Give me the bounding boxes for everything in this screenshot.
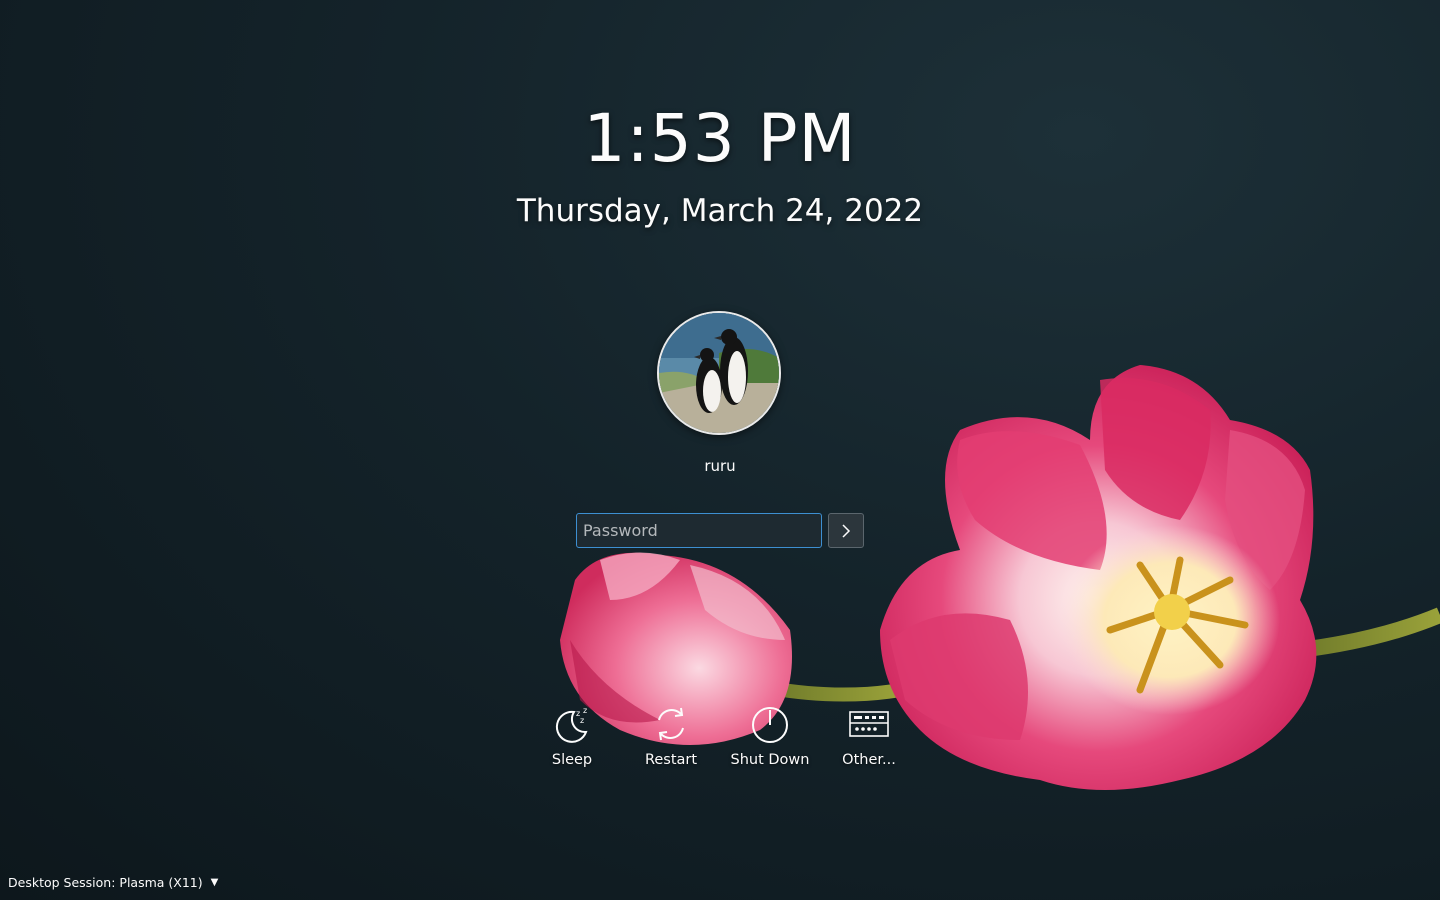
- clock-time: 1:53 PM: [583, 100, 857, 177]
- sleep-icon: z z z: [555, 706, 588, 743]
- restart-label: Restart: [644, 752, 698, 768]
- dropdown-caret-icon: ▼: [210, 877, 219, 888]
- sleep-label: Sleep: [551, 752, 593, 768]
- power-icon: [752, 707, 788, 743]
- other-button[interactable]: Other...: [819, 704, 919, 768]
- other-label: Other...: [842, 752, 896, 768]
- shutdown-button[interactable]: Shut Down: [720, 704, 820, 768]
- svg-text:z: z: [580, 716, 584, 725]
- restart-button[interactable]: Restart: [621, 704, 721, 768]
- svg-text:z: z: [583, 706, 587, 715]
- password-input[interactable]: [576, 513, 822, 548]
- chevron-right-icon: [842, 523, 851, 538]
- shutdown-label: Shut Down: [730, 752, 810, 768]
- penguins-avatar-icon: [659, 313, 779, 433]
- user-name: ruru: [704, 457, 736, 475]
- clock-date: Thursday, March 24, 2022: [516, 193, 924, 229]
- keyboard-icon: [849, 711, 889, 737]
- session-label: Desktop Session: Plasma (X11): [8, 875, 203, 890]
- login-button[interactable]: [828, 513, 864, 548]
- user-avatar[interactable]: [657, 311, 781, 435]
- session-selector[interactable]: Desktop Session: Plasma (X11) ▼: [8, 875, 218, 890]
- restart-icon: [658, 707, 684, 741]
- sleep-button[interactable]: z z z Sleep: [522, 704, 622, 768]
